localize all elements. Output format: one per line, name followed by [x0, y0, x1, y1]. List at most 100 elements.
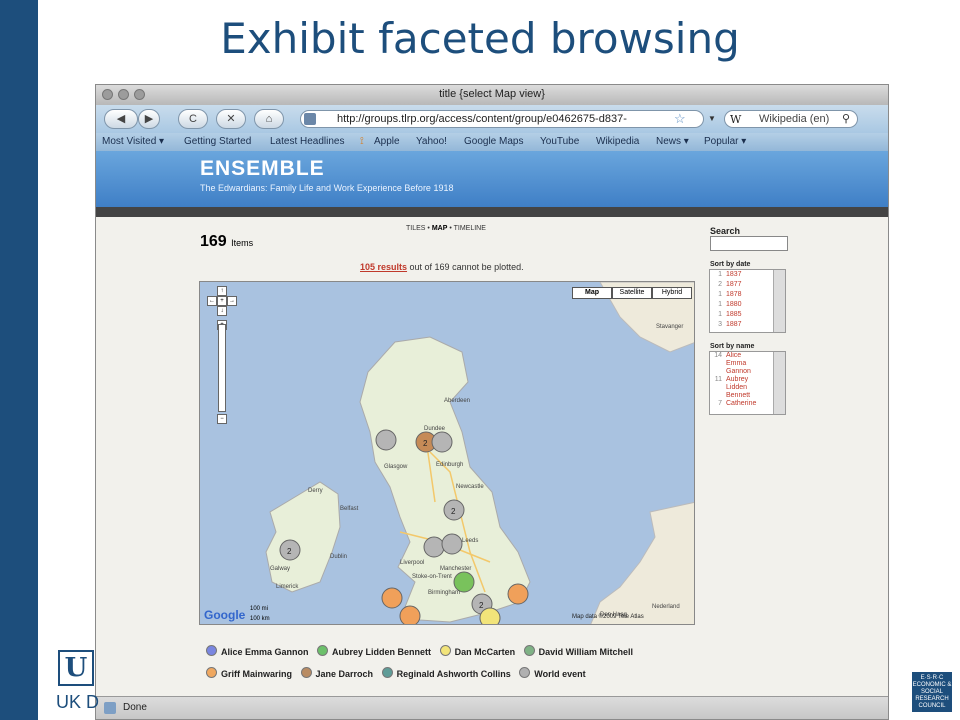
- place-label: Belfast: [340, 506, 359, 512]
- pan-center-button[interactable]: +: [217, 296, 227, 306]
- ensemble-header: ENSEMBLE The Edwardians: Family Life and…: [96, 151, 888, 207]
- home-button[interactable]: ⌂: [254, 109, 284, 129]
- back-button[interactable]: ◀: [104, 109, 138, 129]
- map-marker[interactable]: [507, 583, 529, 605]
- legend-swatch: [206, 645, 217, 656]
- facet-count: 1: [718, 271, 722, 278]
- bookmark-star-icon[interactable]: ☆: [674, 111, 686, 127]
- forward-button[interactable]: ▶: [138, 109, 160, 129]
- map-marker[interactable]: [453, 571, 475, 593]
- pan-up-button[interactable]: ↑: [217, 286, 227, 296]
- place-label: Galway: [270, 566, 290, 572]
- legend-swatch: [300, 667, 312, 678]
- map-marker[interactable]: [381, 587, 403, 609]
- facet-value: 1837: [726, 271, 742, 278]
- date-facet-scrollbar[interactable]: [773, 270, 785, 332]
- google-logo[interactable]: Google: [204, 608, 245, 622]
- unplotted-note: 105 results out of 169 cannot be plotted…: [360, 262, 524, 272]
- legend-swatch: [381, 667, 393, 678]
- map-view[interactable]: 2 2 2 2 Aberdeen Dundee Edinburgh Glasgo…: [199, 281, 695, 625]
- unplotted-results-link[interactable]: 105 results: [360, 262, 407, 272]
- wikipedia-icon[interactable]: W: [730, 113, 741, 126]
- map-marker[interactable]: [399, 605, 421, 625]
- status-icon: [104, 702, 116, 714]
- map-marker[interactable]: [431, 431, 453, 453]
- legend-label: Dan McCarten: [454, 647, 516, 657]
- scale-miles: 100 mi: [250, 606, 269, 612]
- svg-text:2: 2: [423, 439, 428, 448]
- stop-button[interactable]: ✕: [216, 109, 246, 129]
- bookmark-news[interactable]: News ▾: [656, 136, 689, 147]
- map-type-hybrid-button[interactable]: Hybrid: [652, 287, 692, 299]
- map-marker[interactable]: [479, 607, 501, 625]
- bookmark-popular[interactable]: Popular ▾: [704, 136, 746, 147]
- place-label: Dundee: [424, 426, 446, 432]
- legend-item: Reginald Ashworth Collins: [381, 663, 511, 685]
- header-separator: [96, 207, 888, 217]
- place-label: Glasgow: [384, 464, 408, 470]
- bookmark-latest-headlines[interactable]: Latest Headlines: [270, 136, 345, 147]
- legend-item: World event: [519, 663, 586, 685]
- map-canvas: 2 2 2 2 Aberdeen Dundee Edinburgh Glasgo…: [265, 282, 694, 625]
- bookmark-yahoo[interactable]: Yahoo!: [416, 136, 447, 147]
- bookmark-most-visited[interactable]: Most Visited ▾: [102, 136, 164, 147]
- ensemble-subtitle: The Edwardians: Family Life and Work Exp…: [200, 183, 454, 193]
- bookmark-wikipedia[interactable]: Wikipedia: [596, 136, 639, 147]
- items-count-number: 169: [200, 233, 227, 250]
- map-marker[interactable]: 2: [443, 499, 465, 521]
- tab-timeline[interactable]: TIMELINE: [454, 225, 486, 232]
- map-type-satellite-button[interactable]: Satellite: [612, 287, 652, 299]
- pan-left-button[interactable]: ←: [207, 296, 217, 306]
- rss-icon: ⟟: [360, 136, 364, 147]
- facet-count: 2: [718, 281, 722, 288]
- name-facet-scrollbar[interactable]: [773, 352, 785, 414]
- facet-value: Gannon: [726, 368, 751, 375]
- status-text: Done: [123, 702, 147, 713]
- name-facet-list[interactable]: 14 Alice Emma Gannon 11 Aubrey Lidden Benn…: [709, 351, 786, 415]
- udl-logo-text: UK D: [56, 692, 100, 712]
- place-label: Leeds: [462, 538, 478, 544]
- site-icon: [304, 113, 316, 125]
- pan-right-button[interactable]: →: [227, 296, 237, 306]
- map-marker[interactable]: [423, 536, 445, 558]
- zoom-out-button[interactable]: −: [217, 414, 227, 424]
- map-type-map-button[interactable]: Map: [572, 287, 612, 299]
- history-dropdown-icon[interactable]: ▼: [708, 114, 716, 123]
- map-legend: Alice Emma Gannon Aubrey Lidden Bennett …: [206, 641, 696, 685]
- pan-down-button[interactable]: ↓: [217, 306, 227, 316]
- map-marker[interactable]: [375, 429, 397, 451]
- facet-value: Emma: [726, 360, 747, 367]
- reload-button[interactable]: C: [178, 109, 208, 129]
- ensemble-title: ENSEMBLE: [200, 157, 325, 180]
- items-count: 169 Items: [200, 233, 253, 251]
- map-marker[interactable]: 2: [279, 539, 301, 561]
- tab-map[interactable]: MAP: [432, 225, 448, 232]
- esrc-logo: E·S·R·C ECONOMIC & SOCIAL RESEARCH COUNC…: [912, 672, 952, 712]
- bookmark-getting-started[interactable]: Getting Started: [184, 136, 251, 147]
- search-engine-placeholder: Wikipedia (en): [759, 113, 830, 125]
- place-label: Derry: [308, 488, 323, 494]
- bookmark-google-maps[interactable]: Google Maps: [464, 136, 523, 147]
- map-marker[interactable]: [441, 533, 463, 555]
- search-icon[interactable]: ⚲: [842, 112, 850, 125]
- svg-text:2: 2: [287, 547, 292, 556]
- date-facet-list[interactable]: 1 1837 2 1877 1 1878 1 1880 1 1885 3 1887: [709, 269, 786, 333]
- svg-text:2: 2: [479, 601, 484, 610]
- search-input[interactable]: [710, 236, 788, 251]
- place-label: Birmingham: [428, 590, 460, 596]
- place-label: Stavanger: [656, 324, 683, 330]
- facet-value: Lidden: [726, 384, 748, 391]
- legend-item: Jane Darroch: [300, 663, 373, 685]
- bookmark-youtube[interactable]: YouTube: [540, 136, 579, 147]
- scale-km: 100 km: [250, 616, 270, 622]
- place-label: Manchester: [440, 566, 471, 572]
- zoom-slider[interactable]: [218, 324, 226, 412]
- tab-tiles[interactable]: TILES: [406, 225, 425, 232]
- map-attribution: Map data ©2009 Tele Atlas: [572, 614, 644, 620]
- tab-separator: •: [449, 225, 452, 232]
- bookmark-apple[interactable]: Apple: [374, 136, 400, 147]
- url-field[interactable]: http://groups.tlrp.org/access/content/gr…: [300, 110, 704, 128]
- sort-by-date-label: Sort by date: [710, 261, 751, 268]
- search-field[interactable]: Wikipedia (en): [724, 110, 858, 128]
- svg-text:2: 2: [451, 507, 456, 516]
